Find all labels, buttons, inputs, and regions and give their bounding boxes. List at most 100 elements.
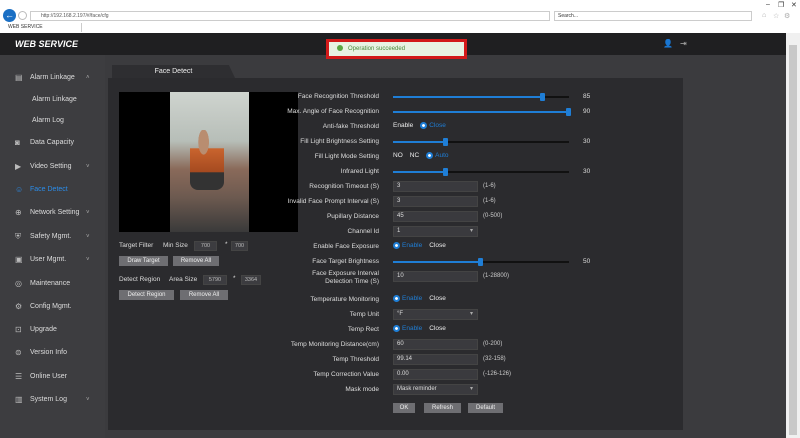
settings-icon[interactable]: ⚙ <box>784 12 790 20</box>
sidebar-subitem-alarm-linkage[interactable]: Alarm Linkage <box>0 92 105 108</box>
close-window-button[interactable]: ✕ <box>791 1 797 9</box>
minimize-button[interactable]: – <box>766 1 770 8</box>
target-brightness-slider[interactable] <box>393 258 569 266</box>
sidebar-item-config-mgmt[interactable]: ⚙ Config Mgmt. <box>0 299 105 315</box>
restore-button[interactable]: ❐ <box>778 1 784 9</box>
sidebar-item-network-setting[interactable]: ⊕ Network Setting ˅ <box>0 205 105 221</box>
remove-all-target-button[interactable]: Remove All <box>173 256 219 266</box>
face-exposure-enable-radio[interactable]: Enable <box>393 242 422 249</box>
temp-correction-input[interactable]: 0.00 <box>393 369 478 380</box>
face-detect-form: Face Recognition Threshold 85 Max. Angle … <box>287 90 590 398</box>
target-filter-label: Target Filter <box>119 242 154 249</box>
slider-handle[interactable] <box>539 93 545 101</box>
browser-search-input[interactable]: Search... <box>554 11 752 21</box>
draw-target-button[interactable]: Draw Target <box>119 256 168 266</box>
tab-face-detect[interactable]: Face Detect <box>112 65 235 78</box>
sidebar-item-version-info[interactable]: ⊜ Version Info <box>0 345 105 361</box>
sidebar-item-alarm-linkage[interactable]: ▤ Alarm Linkage ˄ <box>0 70 105 86</box>
refresh-button[interactable]: Refresh <box>424 403 461 413</box>
antifake-enable-radio[interactable]: Enable <box>393 122 413 129</box>
page-scrollbar[interactable] <box>786 33 800 438</box>
field-label: Enable Face Exposure <box>313 243 379 250</box>
area-width-input[interactable]: 5790 <box>203 275 227 285</box>
temp-monitor-enable-radio[interactable]: Enable <box>393 295 422 302</box>
person-image <box>190 130 224 190</box>
video-preview[interactable] <box>119 92 298 232</box>
pupillary-input[interactable]: 45 <box>393 211 478 222</box>
temp-threshold-input[interactable]: 99.14 <box>393 354 478 365</box>
face-threshold-slider[interactable] <box>393 93 569 101</box>
sidebar-item-label: Alarm Linkage <box>30 74 75 81</box>
back-button[interactable]: ← <box>3 9 16 22</box>
infrared-row: Infrared Light 30 <box>290 165 590 180</box>
temp-correction-row: Temp Correction Value 0.00 (-126-126) <box>290 368 530 383</box>
detect-region-button[interactable]: Detect Region <box>119 290 174 300</box>
sidebar-item-face-detect[interactable]: ☺ Face Detect <box>0 182 105 198</box>
infrared-slider[interactable] <box>393 168 569 176</box>
sidebar-subitem-alarm-log[interactable]: Alarm Log <box>0 113 105 129</box>
field-label: Face Recognition Threshold <box>297 93 379 100</box>
favorites-icon[interactable]: ☆ <box>773 12 779 20</box>
sidebar-item-video-setting[interactable]: ▶ Video Setting ˅ <box>0 159 105 175</box>
area-separator: * <box>233 275 236 282</box>
invalid-prompt-input[interactable]: 3 <box>393 196 478 207</box>
antifake-close-radio[interactable]: Close <box>420 122 446 129</box>
min-size-height-input[interactable]: 700 <box>231 241 248 251</box>
user-icon[interactable]: 👤 <box>663 39 673 48</box>
home-icon[interactable]: ⌂ <box>762 12 766 19</box>
logout-icon[interactable]: ⇥ <box>680 39 687 48</box>
online-user-icon: ☰ <box>15 372 23 381</box>
exposure-interval-input[interactable]: 10 <box>393 271 478 282</box>
sidebar-item-user-mgmt[interactable]: ▣ User Mgmt. ˅ <box>0 252 105 268</box>
mask-mode-select[interactable]: Mask reminder <box>393 384 478 395</box>
video-icon: ▶ <box>15 162 22 171</box>
field-label: Temperature Monitoring <box>310 296 379 303</box>
temp-distance-row: Temp Monitoring Distance(cm) 60 (0-200) <box>290 338 530 353</box>
sidebar-item-system-log[interactable]: ▥ System Log ˅ <box>0 392 105 408</box>
sidebar-item-safety-mgmt[interactable]: ⛨ Safety Mgmt. ˅ <box>0 229 105 245</box>
temp-distance-input[interactable]: 60 <box>393 339 478 350</box>
recog-timeout-input[interactable]: 3 <box>393 181 478 192</box>
scrollbar-thumb[interactable] <box>789 45 797 435</box>
fill-mode-row: Fill Light Mode Setting NO NC Auto <box>290 150 530 165</box>
default-button[interactable]: Default <box>468 403 503 413</box>
sidebar-item-upgrade[interactable]: ⊡ Upgrade <box>0 322 105 338</box>
temp-unit-select[interactable]: °F <box>393 309 478 320</box>
browser-chrome: ← http://192.168.2.197/#/face/cfg Search… <box>0 0 800 33</box>
min-size-width-input[interactable]: 700 <box>194 241 217 251</box>
sidebar-item-label: Data Capacity <box>30 139 74 146</box>
slider-value: 30 <box>583 168 591 175</box>
slider-handle[interactable] <box>442 168 448 176</box>
sidebar-item-label: Face Detect <box>30 186 68 193</box>
slider-handle[interactable] <box>566 108 571 116</box>
temp-rect-enable-radio[interactable]: Enable <box>393 325 422 332</box>
face-exposure-close-radio[interactable]: Close <box>429 242 446 249</box>
fill-brightness-row: Fill Light Brightness Setting 30 <box>290 135 590 150</box>
fill-mode-no-radio[interactable]: NO <box>393 152 403 159</box>
sidebar-item-label: Online User <box>30 373 67 380</box>
fill-mode-nc-radio[interactable]: NC <box>410 152 419 159</box>
fill-mode-auto-radio[interactable]: Auto <box>426 152 449 159</box>
sidebar-item-data-capacity[interactable]: ◙ Data Capacity <box>0 135 105 151</box>
address-bar[interactable]: http://192.168.2.197/#/face/cfg <box>30 11 550 21</box>
sidebar-item-maintenance[interactable]: ◎ Maintenance <box>0 276 105 292</box>
remove-all-region-button[interactable]: Remove All <box>180 290 228 300</box>
browser-tab[interactable]: WEB SERVICE <box>2 23 82 32</box>
temp-rect-close-radio[interactable]: Close <box>429 325 446 332</box>
forward-button[interactable] <box>18 11 27 20</box>
temp-monitor-close-radio[interactable]: Close <box>429 295 446 302</box>
mask-mode-row: Mask mode Mask reminder <box>290 383 530 398</box>
max-angle-slider[interactable] <box>393 108 571 116</box>
log-icon: ▥ <box>15 395 23 404</box>
sidebar-item-online-user[interactable]: ☰ Online User <box>0 369 105 385</box>
channel-select[interactable]: 1 <box>393 226 478 237</box>
area-height-input[interactable]: 3364 <box>241 275 261 285</box>
slider-handle[interactable] <box>478 258 483 266</box>
slider-handle[interactable] <box>442 138 448 146</box>
sidebar-item-label: Network Setting <box>30 209 80 216</box>
network-icon: ⊕ <box>15 208 22 217</box>
ok-button[interactable]: OK <box>393 403 415 413</box>
face-threshold-row: Face Recognition Threshold 85 <box>290 90 590 105</box>
sidebar-item-label: User Mgmt. <box>30 256 67 263</box>
fill-brightness-slider[interactable] <box>393 138 569 146</box>
